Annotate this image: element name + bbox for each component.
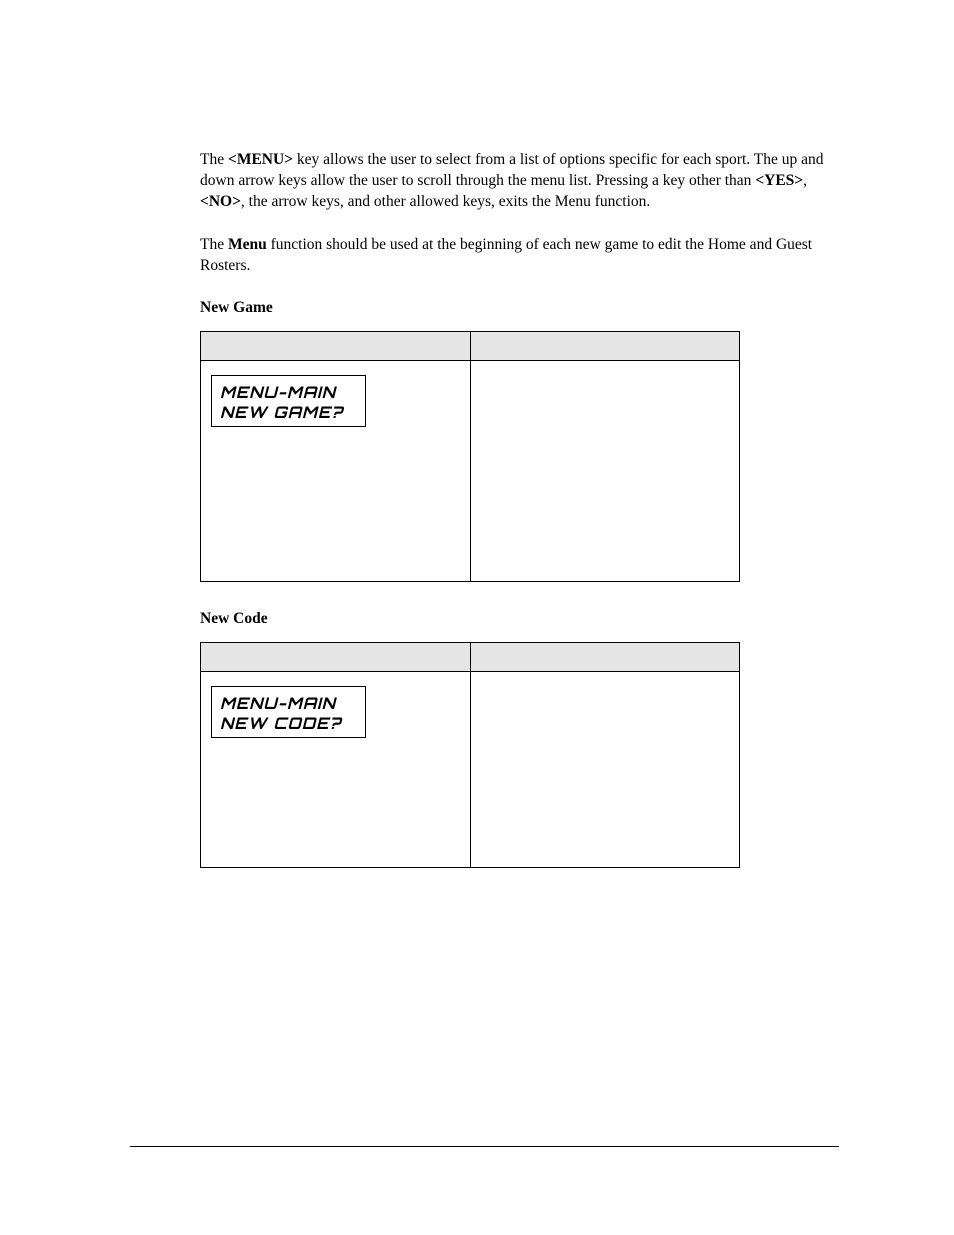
text: key allows the user to select from a lis… bbox=[200, 151, 823, 189]
panel-new-game: MENU-MAIN NEW GAME? bbox=[200, 331, 740, 582]
lcd-line-1: MENU-MAIN bbox=[220, 693, 359, 713]
lcd-line-1: MENU-MAIN bbox=[220, 382, 359, 402]
lcd-display: MENU-MAIN NEW CODE? bbox=[211, 686, 366, 738]
panel-body-right bbox=[470, 360, 740, 581]
text: , the arrow keys, and other allowed keys… bbox=[241, 193, 650, 210]
heading-new-game: New Game bbox=[200, 299, 839, 317]
footer-rule bbox=[130, 1146, 839, 1147]
key-menu: <MENU> bbox=[228, 151, 293, 168]
lcd-line-2: NEW GAME? bbox=[220, 402, 359, 422]
lcd-line-2: NEW CODE? bbox=[220, 713, 359, 733]
text: The bbox=[200, 236, 228, 253]
text: function should be used at the beginning… bbox=[200, 236, 812, 274]
panel-header-right bbox=[470, 642, 740, 671]
bold-menu: Menu bbox=[228, 236, 267, 253]
lcd-display: MENU-MAIN NEW GAME? bbox=[211, 375, 366, 427]
panel-body-right bbox=[470, 671, 740, 867]
key-no: <NO> bbox=[200, 193, 241, 210]
panel-header-right bbox=[470, 331, 740, 360]
paragraph-menu-key: The <MENU> key allows the user to select… bbox=[200, 150, 839, 213]
panel-new-code: MENU-MAIN NEW CODE? bbox=[200, 642, 740, 868]
panel-body-left: MENU-MAIN NEW GAME? bbox=[201, 360, 471, 581]
panel-body-left: MENU-MAIN NEW CODE? bbox=[201, 671, 471, 867]
heading-new-code: New Code bbox=[200, 610, 839, 628]
panel-header-left bbox=[201, 331, 471, 360]
key-yes: <YES> bbox=[755, 172, 803, 189]
panel-header-left bbox=[201, 642, 471, 671]
paragraph-menu-function: The Menu function should be used at the … bbox=[200, 235, 839, 277]
page-content: The <MENU> key allows the user to select… bbox=[0, 0, 954, 868]
text: , bbox=[803, 172, 807, 189]
text: The bbox=[200, 151, 228, 168]
